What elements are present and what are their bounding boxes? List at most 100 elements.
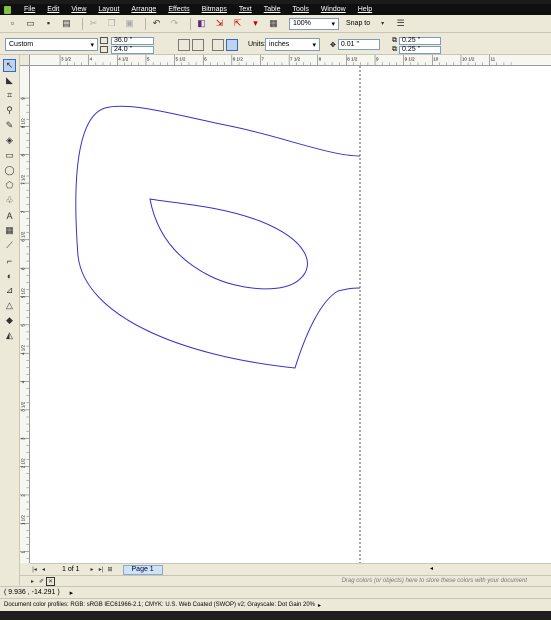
ruler-label: 8	[319, 56, 322, 61]
freehand-tool-icon[interactable]: ✎	[3, 119, 16, 132]
mask-outline-shape[interactable]	[75, 105, 361, 369]
fill-tool-icon[interactable]: ◆	[3, 314, 16, 327]
units-select[interactable]: inches ▾	[265, 38, 320, 51]
coreldraw-app-icon[interactable]	[4, 5, 11, 14]
status-expand-icon[interactable]: ▸	[70, 589, 74, 597]
chevron-down-icon[interactable]: ▾	[376, 17, 389, 30]
menu-effects[interactable]: Effects	[168, 6, 189, 13]
copy-icon[interactable]: ❐	[105, 17, 118, 30]
ruler-label: 3 1/2	[21, 401, 26, 412]
ruler-label: 1	[20, 550, 25, 553]
menu-edit[interactable]: Edit	[47, 6, 59, 13]
ruler-label: 11	[491, 56, 496, 61]
blend-tool-icon[interactable]: ◐	[3, 269, 16, 282]
profile-expand-icon[interactable]: ▸	[318, 602, 321, 609]
menu-bar: File Edit View Layout Arrange Effects Bi…	[0, 4, 551, 15]
open-icon[interactable]: ▭	[24, 17, 37, 30]
eye-hole-shape[interactable]	[149, 198, 308, 290]
options-icon[interactable]: ☰	[394, 17, 407, 30]
ruler-label: 2 1/2	[21, 458, 26, 469]
landscape-button[interactable]	[192, 39, 204, 51]
print-icon[interactable]: ▤	[60, 17, 73, 30]
menu-help[interactable]: Help	[358, 6, 372, 13]
cut-icon[interactable]: ✂	[87, 17, 100, 30]
smart-fill-tool-icon[interactable]: ◈	[3, 134, 16, 147]
import-icon[interactable]: ⇲	[213, 17, 226, 30]
horizontal-ruler[interactable]: 3 1/2 4 4 1/2 5 5 1/2 6 6 1/2 7 7 1/2 8 8 1/2 9 9 1/…	[30, 55, 551, 66]
scroll-right-icon[interactable]: ◂	[430, 565, 433, 572]
save-icon[interactable]: ▪	[42, 17, 55, 30]
menu-layout[interactable]: Layout	[98, 6, 119, 13]
no-color-swatch-icon[interactable]: ✕	[46, 576, 55, 586]
polygon-tool-icon[interactable]: ⬠	[3, 179, 16, 192]
document-color-profiles[interactable]: Document color profiles: RGB: sRGB IEC61…	[4, 602, 315, 608]
first-page-icon[interactable]: |◂	[30, 566, 39, 573]
drawing-svg	[75, 66, 361, 563]
add-page-icon[interactable]: ⊞	[106, 566, 115, 573]
ruler-origin[interactable]	[20, 55, 30, 66]
text-tool-icon[interactable]: A	[3, 209, 16, 222]
menu-tools[interactable]: Tools	[292, 6, 308, 13]
page-height-field[interactable]: 24.0 "	[100, 45, 162, 54]
page-height-input[interactable]: 24.0 "	[111, 45, 154, 54]
new-icon[interactable]: ▫	[6, 17, 19, 30]
duplicate-distance-y-field[interactable]: ⧉ 0.25 "	[392, 45, 456, 54]
last-page-icon[interactable]: ▸|	[97, 566, 106, 573]
ruler-label: 6	[204, 56, 207, 61]
ruler-label: 4	[90, 56, 93, 61]
page-width-field[interactable]: 36.0 "	[100, 36, 162, 45]
chevron-down-icon: ▾	[331, 20, 335, 28]
ellipse-tool-icon[interactable]: ◯	[3, 164, 16, 177]
current-page-button[interactable]	[226, 39, 238, 51]
duplicate-distance-y-input[interactable]: 0.25 "	[399, 45, 441, 54]
chevron-down-icon: ▾	[312, 41, 316, 49]
rectangle-tool-icon[interactable]: ▭	[3, 149, 16, 162]
menu-text[interactable]: Text	[239, 6, 252, 13]
connector-tool-icon[interactable]: ⌐	[3, 254, 16, 267]
zoom-tool-icon[interactable]: ⚲	[3, 104, 16, 117]
nudge-distance-input[interactable]: 0.01 "	[337, 39, 380, 50]
drawing-canvas[interactable]	[30, 66, 551, 563]
menu-window[interactable]: Window	[321, 6, 346, 13]
export-icon[interactable]: ⇱	[231, 17, 244, 30]
shape-tool-icon[interactable]: ◣	[3, 74, 16, 87]
basic-shapes-tool-icon[interactable]: ♧	[3, 194, 16, 207]
parallel-dimension-tool-icon[interactable]: ⟋	[3, 239, 16, 252]
crop-tool-icon[interactable]: ⌗	[3, 89, 16, 102]
search-icon[interactable]: ◧	[195, 17, 208, 30]
outline-tool-icon[interactable]: △	[3, 299, 16, 312]
vertical-ruler[interactable]: 9 8 1/2 8 7 1/2 7 6 1/2 6 5 1/2 5 4 1/2 4 3 1/2 3 2 1…	[20, 66, 30, 563]
ruler-label: 9	[21, 97, 26, 100]
snap-to-button[interactable]: Snap to	[346, 20, 370, 27]
welcome-screen-icon[interactable]: ▦	[267, 17, 280, 30]
next-page-icon[interactable]: ▸	[88, 566, 97, 573]
eyedropper-icon[interactable]: ✐	[37, 578, 46, 585]
menu-file[interactable]: File	[24, 6, 35, 13]
nudge-distance-field[interactable]: ✥ 0.01 "	[330, 38, 382, 51]
undo-icon[interactable]: ↶	[150, 17, 163, 30]
ruler-label: 7	[261, 56, 264, 61]
duplicate-distance-x-input[interactable]: 0.25 "	[399, 36, 441, 45]
duplicate-distance-x-field[interactable]: ⧉ 0.25 "	[392, 36, 456, 45]
previous-page-icon[interactable]: ◂	[39, 566, 48, 573]
menu-view[interactable]: View	[71, 6, 86, 13]
table-tool-icon[interactable]: ▦	[3, 224, 16, 237]
menu-table[interactable]: Table	[264, 6, 281, 13]
paste-icon[interactable]: ▣	[123, 17, 136, 30]
menu-arrange[interactable]: Arrange	[131, 6, 156, 13]
pick-tool-icon[interactable]: ↖	[3, 59, 16, 72]
menu-bitmaps[interactable]: Bitmaps	[202, 6, 227, 13]
application-launcher-icon[interactable]: ▾	[249, 17, 262, 30]
page-tab-1[interactable]: Page 1	[122, 564, 163, 575]
zoom-level-select[interactable]: 100% ▾	[289, 17, 339, 30]
chevron-down-icon: ▾	[90, 41, 94, 49]
portrait-button[interactable]	[178, 39, 190, 51]
ruler-label: 2	[21, 494, 26, 497]
page-width-input[interactable]: 36.0 "	[111, 36, 154, 45]
redo-icon[interactable]: ↷	[168, 17, 181, 30]
palette-scroll-icon[interactable]: ▸	[28, 578, 37, 585]
eyedropper-tool-icon[interactable]: ⊿	[3, 284, 16, 297]
page-size-select[interactable]: Custom ▾	[5, 38, 98, 51]
interactive-fill-tool-icon[interactable]: ◭	[3, 329, 16, 342]
all-pages-button[interactable]	[212, 39, 224, 51]
